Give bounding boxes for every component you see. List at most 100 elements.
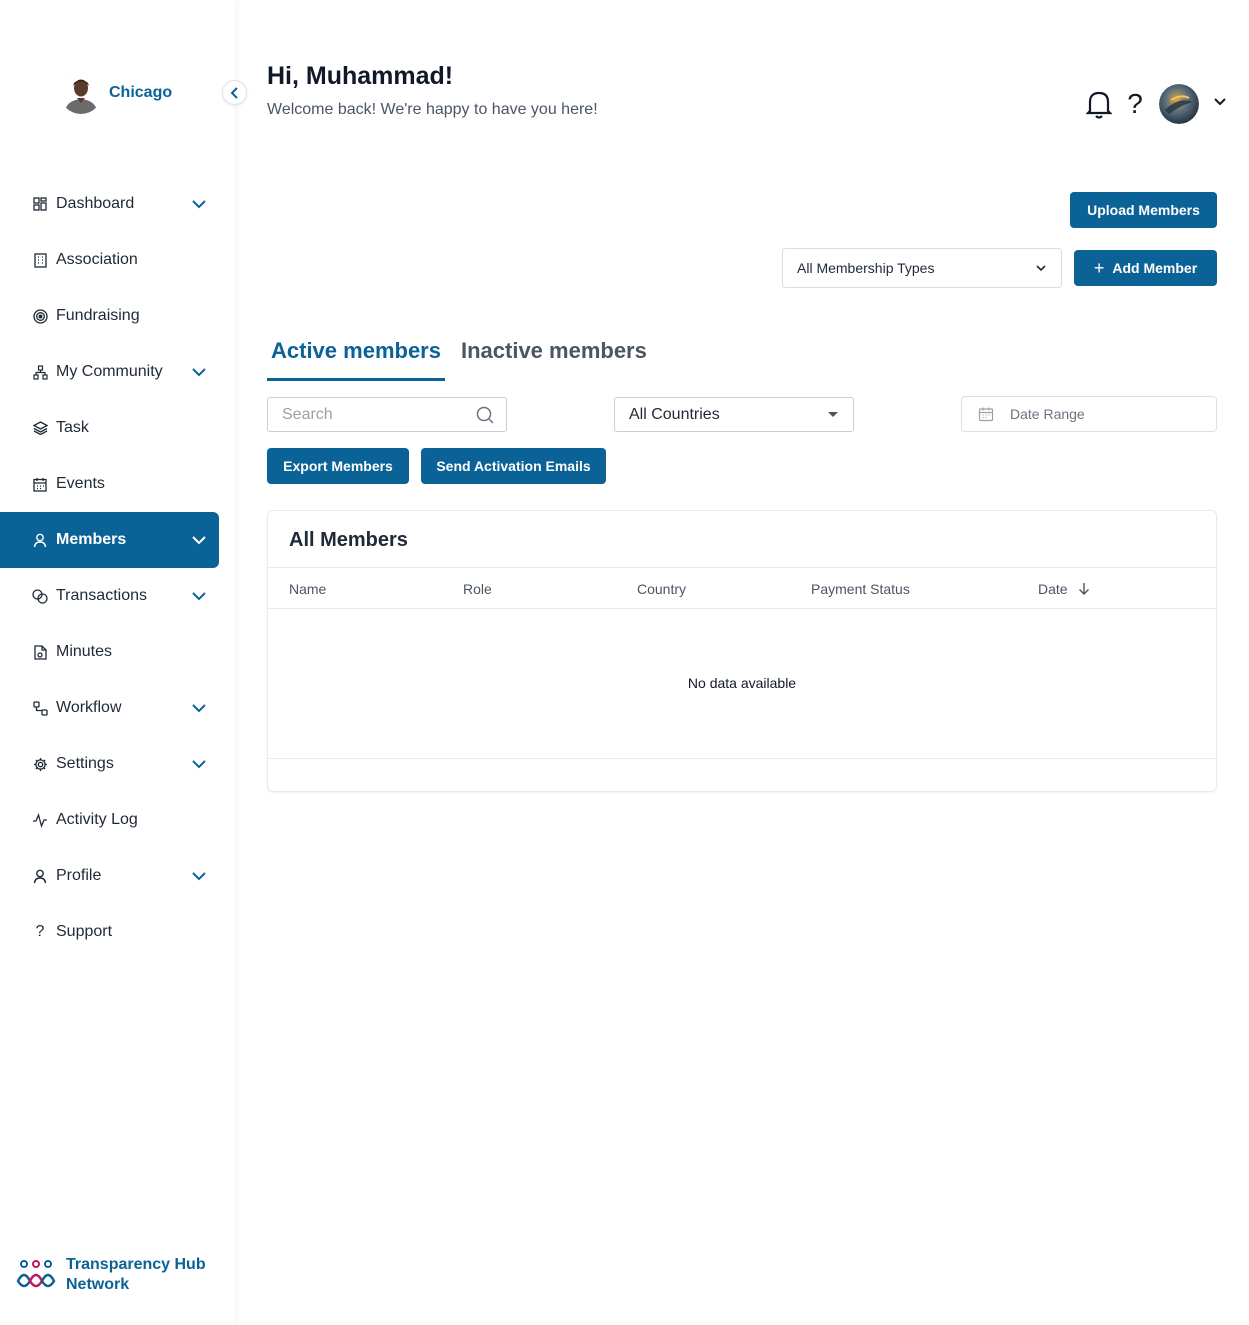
sidebar-item-label: Association bbox=[56, 251, 138, 268]
building-icon bbox=[32, 252, 48, 268]
upload-members-button[interactable]: Upload Members bbox=[1070, 192, 1217, 228]
sidebar-item-my-community[interactable]: My Community bbox=[0, 344, 219, 400]
column-header-country[interactable]: Country bbox=[637, 581, 686, 597]
members-table-card: All Members Name Role Country Payment St… bbox=[267, 510, 1217, 792]
chevron-down-icon[interactable] bbox=[191, 756, 207, 777]
org-switcher[interactable]: Chicago bbox=[60, 72, 172, 114]
brand-line-2: Network bbox=[66, 1276, 130, 1293]
sidebar-item-label: Minutes bbox=[56, 643, 113, 660]
table-title: All Members bbox=[289, 529, 408, 551]
column-header-payment-status[interactable]: Payment Status bbox=[811, 581, 910, 597]
sidebar-item-association[interactable]: Association bbox=[0, 232, 219, 288]
brand-icon bbox=[16, 1260, 56, 1288]
date-range-picker[interactable]: Date Range bbox=[961, 396, 1217, 432]
search-box bbox=[267, 397, 507, 432]
sidebar-item-events[interactable]: Events bbox=[0, 456, 219, 512]
caret-down-icon bbox=[828, 411, 838, 417]
chevron-down-icon[interactable] bbox=[191, 700, 207, 721]
sidebar-item-label: Fundraising bbox=[56, 307, 140, 324]
dashboard-icon bbox=[32, 196, 48, 212]
add-member-button[interactable]: + Add Member bbox=[1074, 250, 1217, 286]
sidebar-item-label: Settings bbox=[56, 755, 114, 772]
sidebar-collapse-button[interactable] bbox=[222, 80, 247, 105]
bell-icon[interactable] bbox=[1085, 88, 1113, 120]
search-input[interactable] bbox=[282, 405, 462, 424]
table-footer bbox=[268, 758, 1216, 759]
sidebar-item-dashboard[interactable]: Dashboard bbox=[0, 176, 219, 232]
chevron-down-icon[interactable] bbox=[191, 532, 207, 553]
activity-icon bbox=[32, 812, 48, 828]
calendar-icon bbox=[978, 406, 994, 422]
sidebar-item-label: Support bbox=[56, 923, 113, 940]
sidebar-item-transactions[interactable]: Transactions bbox=[0, 568, 219, 624]
export-members-button[interactable]: Export Members bbox=[267, 448, 409, 484]
add-member-label: Add Member bbox=[1112, 260, 1198, 276]
sidebar: Chicago Dashboard Association Fundraisin… bbox=[0, 0, 235, 1325]
user-icon bbox=[32, 532, 48, 548]
brand-name: Transparency Hub Network bbox=[66, 1255, 206, 1295]
question-icon: ? bbox=[35, 923, 45, 940]
header-actions: ? bbox=[1085, 84, 1227, 124]
document-icon bbox=[32, 644, 48, 660]
org-avatar bbox=[60, 72, 102, 114]
chevron-down-icon[interactable] bbox=[191, 588, 207, 609]
page-title: Hi, Muhammad! bbox=[267, 62, 454, 90]
chevron-down-icon[interactable] bbox=[191, 196, 207, 217]
membership-type-value: All Membership Types bbox=[797, 260, 935, 276]
sidebar-item-label: Events bbox=[56, 475, 105, 492]
network-icon bbox=[32, 364, 48, 380]
plus-icon: + bbox=[1093, 257, 1105, 278]
date-range-placeholder: Date Range bbox=[1010, 406, 1085, 422]
tab-inactive-members[interactable]: Inactive members bbox=[457, 336, 651, 381]
layers-icon bbox=[32, 420, 48, 436]
help-icon[interactable]: ? bbox=[1125, 88, 1145, 120]
org-avatar-image bbox=[60, 72, 102, 114]
table-empty-message: No data available bbox=[687, 675, 797, 691]
tab-active-members[interactable]: Active members bbox=[267, 336, 445, 381]
sidebar-item-profile[interactable]: Profile bbox=[0, 848, 219, 904]
brand-logo: Transparency Hub Network bbox=[16, 1255, 206, 1295]
sidebar-item-label: My Community bbox=[56, 363, 163, 380]
sidebar-item-label: Workflow bbox=[56, 699, 122, 716]
sidebar-item-support[interactable]: ? Support bbox=[0, 904, 219, 960]
send-activation-emails-button[interactable]: Send Activation Emails bbox=[421, 448, 606, 484]
calendar-icon bbox=[32, 476, 48, 492]
chevron-down-icon[interactable] bbox=[1213, 95, 1227, 114]
gear-icon bbox=[32, 756, 48, 772]
avatar[interactable] bbox=[1159, 84, 1199, 124]
table-header: Name Role Country Payment Status Date bbox=[268, 567, 1216, 609]
column-header-date[interactable]: Date bbox=[1038, 581, 1090, 597]
sidebar-nav: Dashboard Association Fundraising My Com… bbox=[0, 176, 219, 960]
sidebar-item-label: Dashboard bbox=[56, 195, 135, 212]
country-value: All Countries bbox=[629, 405, 720, 423]
membership-type-select[interactable]: All Membership Types bbox=[782, 248, 1062, 288]
search-icon[interactable] bbox=[476, 406, 494, 424]
sidebar-item-task[interactable]: Task bbox=[0, 400, 219, 456]
chevron-left-icon bbox=[230, 86, 238, 99]
sidebar-item-label: Profile bbox=[56, 867, 102, 884]
chevron-down-icon[interactable] bbox=[191, 868, 207, 889]
sidebar-item-label: Members bbox=[56, 531, 127, 548]
column-header-role[interactable]: Role bbox=[463, 581, 492, 597]
sidebar-item-minutes[interactable]: Minutes bbox=[0, 624, 219, 680]
chevron-down-icon[interactable] bbox=[191, 364, 207, 385]
sidebar-item-activity-log[interactable]: Activity Log bbox=[0, 792, 219, 848]
column-header-name[interactable]: Name bbox=[289, 581, 326, 597]
brand-line-1: Transparency Hub bbox=[66, 1256, 206, 1273]
chevron-down-icon bbox=[1036, 265, 1046, 272]
sidebar-item-label: Transactions bbox=[56, 587, 147, 604]
sidebar-item-fundraising[interactable]: Fundraising bbox=[0, 288, 219, 344]
org-name: Chicago bbox=[109, 84, 173, 101]
country-select[interactable]: All Countries bbox=[614, 397, 854, 432]
member-tabs: Active members Inactive members bbox=[267, 336, 651, 381]
person-icon bbox=[32, 868, 48, 884]
sidebar-item-workflow[interactable]: Workflow bbox=[0, 680, 219, 736]
sidebar-item-label: Activity Log bbox=[56, 811, 138, 828]
sidebar-item-label: Task bbox=[56, 419, 89, 436]
workflow-icon bbox=[32, 700, 48, 716]
sort-arrow-down-icon[interactable] bbox=[1078, 582, 1090, 596]
sidebar-item-members[interactable]: Members bbox=[0, 512, 219, 568]
sidebar-item-settings[interactable]: Settings bbox=[0, 736, 219, 792]
target-icon bbox=[32, 308, 48, 324]
coins-icon bbox=[32, 588, 48, 604]
